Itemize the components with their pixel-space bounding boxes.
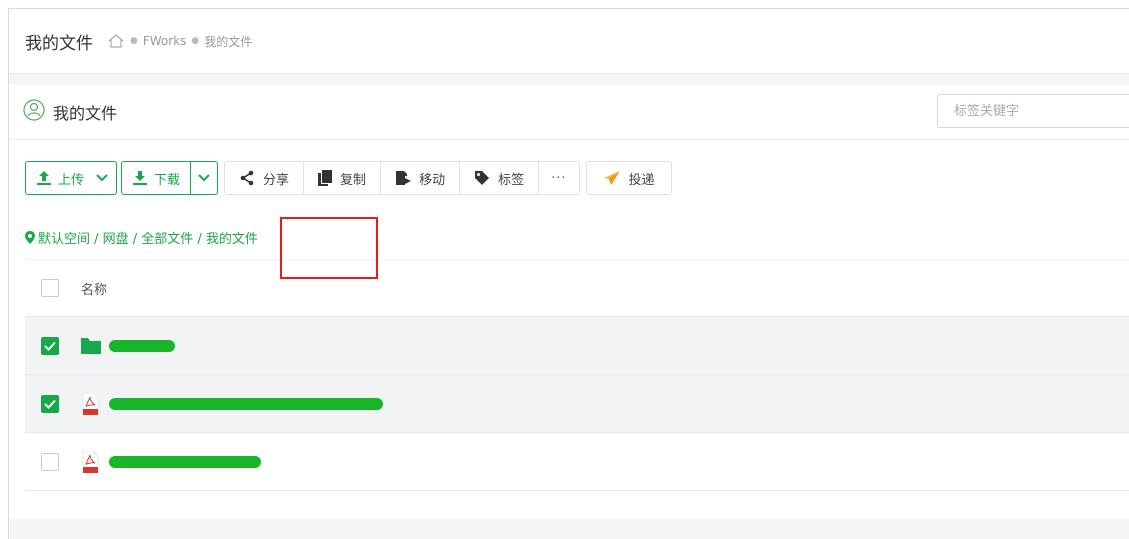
- upload-icon: [37, 171, 51, 185]
- redacted-file-name: [109, 455, 261, 468]
- chevron-down-icon: [96, 174, 108, 182]
- download-dropdown[interactable]: [190, 162, 217, 194]
- upload-dropdown[interactable]: [88, 162, 116, 194]
- breadcrumb-fworks[interactable]: FWorks: [143, 34, 187, 48]
- folder-icon: [81, 335, 101, 357]
- more-button[interactable]: ···: [539, 162, 579, 194]
- chevron-down-icon: [198, 174, 210, 182]
- breadcrumb-separator: ●: [191, 36, 200, 46]
- check-icon: [44, 399, 56, 409]
- top-header: 我的文件 ● FWorks ● 我的文件: [9, 9, 1129, 74]
- move-label: 移动: [419, 172, 446, 188]
- move-button[interactable]: 移动: [381, 162, 461, 194]
- file-table: 名称: [25, 259, 1129, 491]
- tag-icon: [475, 171, 490, 185]
- pdf-file-icon: [81, 392, 101, 415]
- deliver-button[interactable]: 投递: [585, 161, 672, 195]
- copy-label: 复制: [340, 172, 367, 188]
- download-icon: [133, 171, 148, 185]
- name-column-header[interactable]: 名称: [81, 279, 107, 298]
- breadcrumb: ● FWorks ● 我的文件: [107, 33, 252, 50]
- check-icon: [44, 341, 56, 351]
- location-path: 默认空间 / 网盘 / 全部文件 / 我的文件: [25, 228, 258, 247]
- select-all-checkbox[interactable]: [41, 279, 59, 297]
- share-icon: [240, 170, 254, 186]
- download-split-button: 下载: [121, 161, 219, 195]
- upload-button[interactable]: 上传: [26, 162, 88, 194]
- tag-search-input[interactable]: [937, 94, 1129, 128]
- download-button[interactable]: 下载: [122, 162, 190, 194]
- tag-button[interactable]: 标签: [460, 162, 540, 194]
- redacted-file-name: [109, 339, 175, 352]
- action-button-group: 分享 复制 移动 标签 ···: [224, 161, 580, 195]
- pdf-file-icon: [81, 450, 101, 473]
- breadcrumb-my-files[interactable]: 我的文件: [204, 33, 252, 50]
- upload-label: 上传: [58, 172, 85, 188]
- page-title: 我的文件: [25, 33, 93, 54]
- move-icon: [396, 171, 412, 185]
- map-pin-icon: [25, 231, 35, 244]
- row-checkbox[interactable]: [41, 394, 59, 413]
- panel-header: 我的文件: [9, 85, 1129, 140]
- table-row[interactable]: [25, 375, 1129, 433]
- table-header: 名称: [25, 259, 1129, 317]
- download-label: 下载: [154, 172, 181, 188]
- app-frame: 我的文件 ● FWorks ● 我的文件 我的文件 标签关键字 上传 下载 分享…: [8, 8, 1129, 539]
- location-path-text[interactable]: 默认空间 / 网盘 / 全部文件 / 我的文件: [38, 228, 258, 247]
- copy-icon: [318, 170, 333, 186]
- breadcrumb-separator: ●: [130, 36, 138, 46]
- row-checkbox[interactable]: [41, 336, 59, 355]
- table-row[interactable]: [25, 317, 1129, 375]
- share-label: 分享: [263, 172, 290, 188]
- upload-split-button: 上传: [25, 161, 118, 195]
- avatar-icon: [23, 99, 45, 125]
- deliver-label: 投递: [628, 172, 655, 188]
- share-button[interactable]: 分享: [225, 162, 305, 194]
- home-icon[interactable]: [107, 34, 125, 48]
- paper-plane-icon: [603, 171, 620, 185]
- table-row[interactable]: [25, 433, 1129, 491]
- redacted-file-name: [109, 397, 383, 410]
- tag-label: 标签: [498, 172, 525, 188]
- copy-button[interactable]: 复制: [304, 162, 382, 194]
- panel-title: 我的文件: [53, 104, 118, 123]
- row-checkbox[interactable]: [41, 452, 59, 471]
- file-toolbar: 上传 下载 分享 复制 移动 标签 ··· 投递: [25, 159, 672, 197]
- files-panel: 我的文件 上传 下载: [9, 85, 1129, 519]
